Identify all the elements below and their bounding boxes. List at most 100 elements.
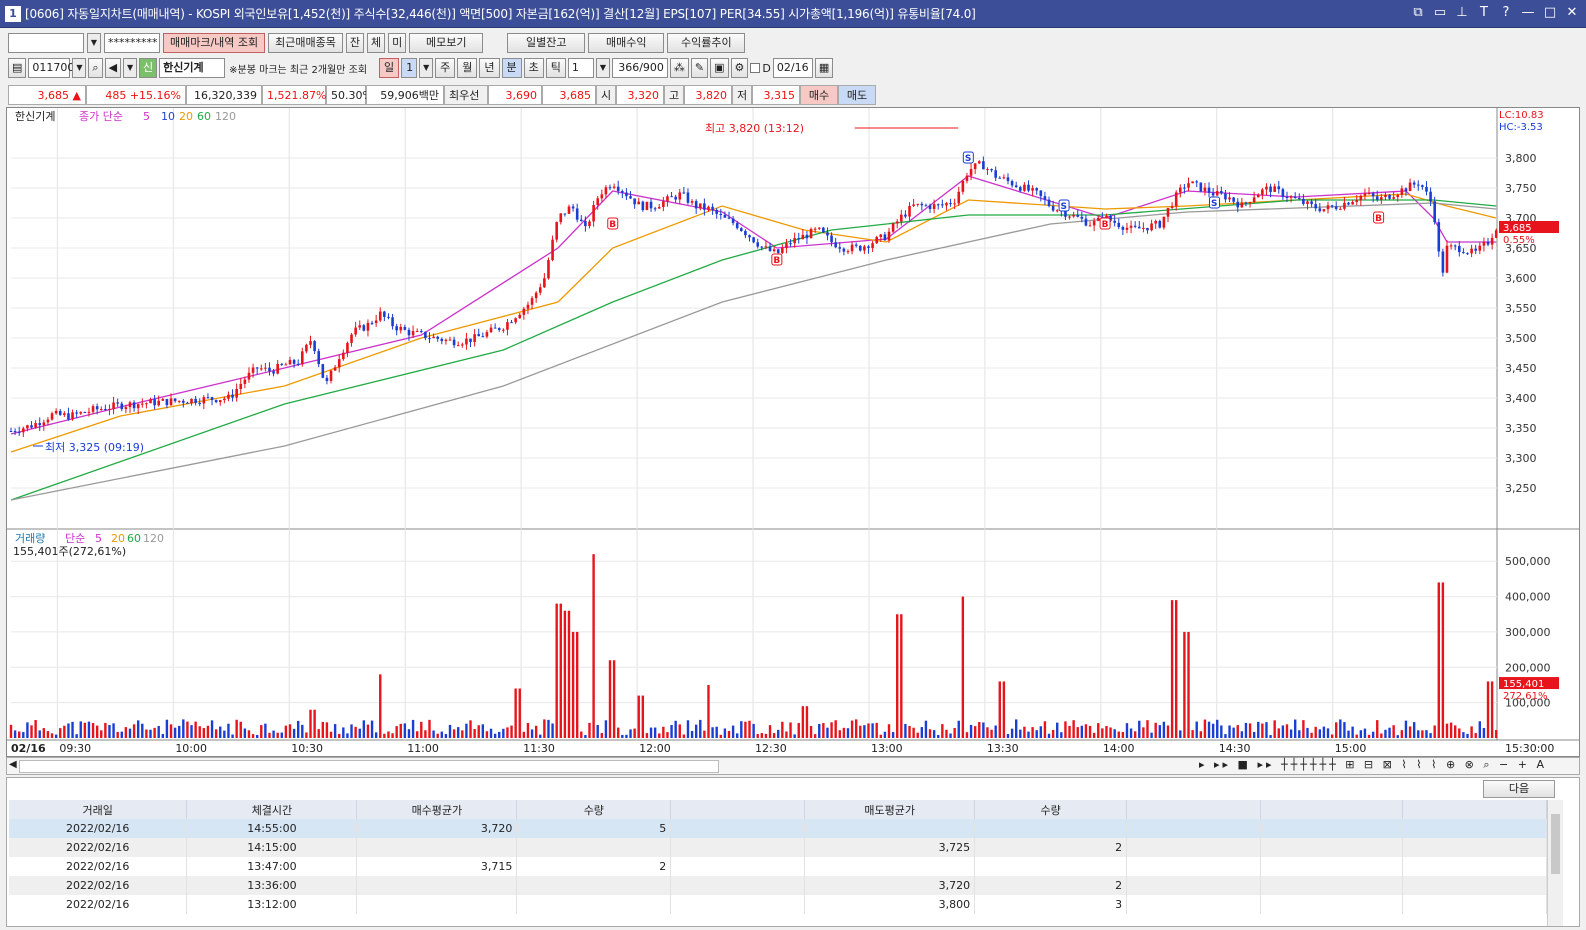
col-buy-avg[interactable]: 매수평균가 — [356, 800, 518, 819]
font-icon[interactable]: T — [1476, 5, 1492, 21]
volume-bar — [116, 731, 119, 738]
candle-body — [502, 329, 505, 331]
period-day[interactable]: 일 — [379, 58, 400, 78]
table-cell: 2022/02/16 — [9, 819, 188, 838]
volume-bar — [924, 720, 928, 738]
table-row[interactable]: 2022/02/16 13:12:00 3,800 3 — [9, 895, 1548, 914]
col-buy-qty[interactable]: 수량 — [516, 800, 672, 819]
password-field[interactable]: ********* — [104, 33, 160, 53]
period-year[interactable]: 년 — [479, 58, 500, 78]
col-exec-time[interactable]: 체결시간 — [186, 800, 358, 819]
trade-profit-button[interactable]: 매매수익 — [588, 33, 665, 53]
candle-body — [854, 244, 858, 246]
price-volume-chart[interactable]: 02/16 09:30 10:00 10:30 11:00 11:30 12:00 12:30… — [7, 108, 1579, 756]
unexecuted-button[interactable]: 미 — [388, 33, 407, 53]
candle-body — [354, 327, 357, 335]
period-month[interactable]: 월 — [457, 58, 478, 78]
count-input[interactable]: 366/900 — [611, 58, 668, 78]
memo-button[interactable]: 메모보기 — [409, 33, 484, 53]
volume-bar — [805, 706, 809, 738]
period-second[interactable]: 초 — [523, 58, 544, 78]
scroll-thumb[interactable] — [19, 760, 719, 773]
account-dropdown-icon[interactable]: ▼ — [87, 33, 101, 53]
search-icon[interactable]: ⌕ — [88, 58, 103, 78]
chart-nav-controls[interactable]: ▸ ▸▸ ■ ▸▸ ┼┼┼┼┼┼ ⊞ ⊟ ⊠ ⌇ ⌇ ⌇ ⊕ ⊗ ⌕ − + A — [1199, 758, 1547, 772]
col-sell-avg[interactable]: 매도평균가 — [804, 800, 976, 819]
col-trade-date[interactable]: 거래일 — [9, 800, 188, 819]
volume-bar — [941, 724, 944, 738]
chart-scrollbar[interactable]: ◀ ▸ ▸▸ ■ ▸▸ ┼┼┼┼┼┼ ⊞ ⊟ ⊠ ⌇ ⌇ ⌇ ⊕ ⊗ ⌕ − +… — [6, 757, 1580, 775]
volume-bar — [1068, 725, 1071, 738]
period-minute[interactable]: 분 — [501, 58, 522, 78]
pin-icon[interactable]: ⊥ — [1454, 5, 1470, 21]
sell-button[interactable]: 매도 — [838, 85, 876, 105]
candle-body — [575, 208, 579, 220]
window-icon[interactable]: ▭ — [1432, 5, 1448, 21]
scroll-left-icon[interactable]: ◀ — [9, 759, 17, 770]
volume-bar — [1125, 723, 1129, 738]
volume-bar — [338, 733, 341, 738]
candle-body — [17, 432, 21, 434]
volume-bar — [1302, 720, 1305, 738]
recent-trades-button[interactable]: 최근매매종목 — [268, 33, 343, 53]
speaker-icon[interactable]: ◀ — [104, 58, 122, 78]
period-number[interactable]: 1 — [401, 58, 418, 78]
volume-bar — [9, 724, 13, 738]
balance-button[interactable]: 잔 — [345, 33, 365, 53]
volume-bar — [1216, 719, 1219, 738]
candle-body — [374, 320, 378, 324]
interval-dropdown-icon[interactable]: ▼ — [595, 58, 610, 78]
volume-bar — [407, 729, 411, 738]
volume-tick-label: 400,000 — [1505, 591, 1551, 604]
table-row[interactable]: 2022/02/16 14:55:00 3,720 5 — [9, 819, 1548, 838]
trade-mark-label: S — [965, 154, 971, 164]
return-trend-button[interactable]: 수익률추이 — [667, 33, 746, 53]
maximize-icon[interactable]: □ — [1542, 5, 1558, 21]
date-input[interactable]: 02/16 — [772, 58, 813, 78]
account-input[interactable] — [8, 33, 84, 53]
daily-balance-button[interactable]: 일별잔고 — [507, 33, 586, 53]
buy-button[interactable]: 매수 — [800, 85, 838, 105]
speaker-dropdown-icon[interactable]: ▼ — [123, 58, 138, 78]
date-checkbox[interactable] — [750, 63, 761, 73]
candle-body — [936, 204, 940, 206]
help-icon[interactable]: ? — [1498, 5, 1514, 21]
calendar-icon[interactable]: ▦ — [814, 58, 834, 78]
chart-area[interactable]: 02/16 09:30 10:00 10:30 11:00 11:30 12:00 12:30… — [6, 107, 1580, 757]
code-input[interactable]: 011700 — [28, 58, 74, 78]
save-icon[interactable]: ▣ — [710, 58, 729, 78]
candle-body — [633, 198, 636, 205]
period-dropdown-icon[interactable]: ▼ — [419, 58, 434, 78]
col-sell-qty[interactable]: 수량 — [974, 800, 1128, 819]
volume-bar — [329, 731, 333, 738]
tool-icon[interactable]: ✎ — [690, 58, 709, 78]
interval-input[interactable]: 1 — [567, 58, 594, 78]
executed-button[interactable]: 체 — [367, 33, 386, 53]
restore-icon[interactable]: ⧉ — [1410, 5, 1426, 21]
volume-bar — [982, 722, 985, 738]
volume-bar — [370, 720, 374, 738]
volume-bar — [727, 730, 731, 738]
candle-body — [957, 191, 961, 204]
layout-icon[interactable]: ▤ — [8, 58, 27, 78]
period-week[interactable]: 주 — [435, 58, 456, 78]
table-row[interactable]: 2022/02/16 14:15:00 3,725 2 — [9, 838, 1548, 857]
code-dropdown-icon[interactable]: ▼ — [72, 58, 87, 78]
trade-mark-button[interactable]: 매매마크/내역 조회 — [163, 33, 266, 53]
gear-icon[interactable]: ⚙ — [730, 58, 749, 78]
volume-bar — [813, 734, 817, 738]
volume-bar — [54, 734, 58, 738]
candle-body — [182, 400, 185, 403]
grid-scrollbar[interactable] — [1547, 800, 1563, 926]
table-row[interactable]: 2022/02/16 13:47:00 3,715 2 — [9, 857, 1548, 876]
indicator-icon[interactable]: ⁂ — [669, 58, 689, 78]
volume-bar — [1289, 729, 1293, 738]
table-row[interactable]: 2022/02/16 13:36:00 3,720 2 — [9, 876, 1548, 895]
candle-body — [1199, 182, 1203, 192]
period-tick[interactable]: 틱 — [545, 58, 566, 78]
close-icon[interactable]: ✕ — [1564, 5, 1580, 21]
next-button[interactable]: 다음 — [1483, 780, 1555, 798]
candle-body — [1380, 197, 1383, 200]
minimize-icon[interactable]: — — [1520, 5, 1536, 21]
volume-bar — [280, 732, 283, 738]
